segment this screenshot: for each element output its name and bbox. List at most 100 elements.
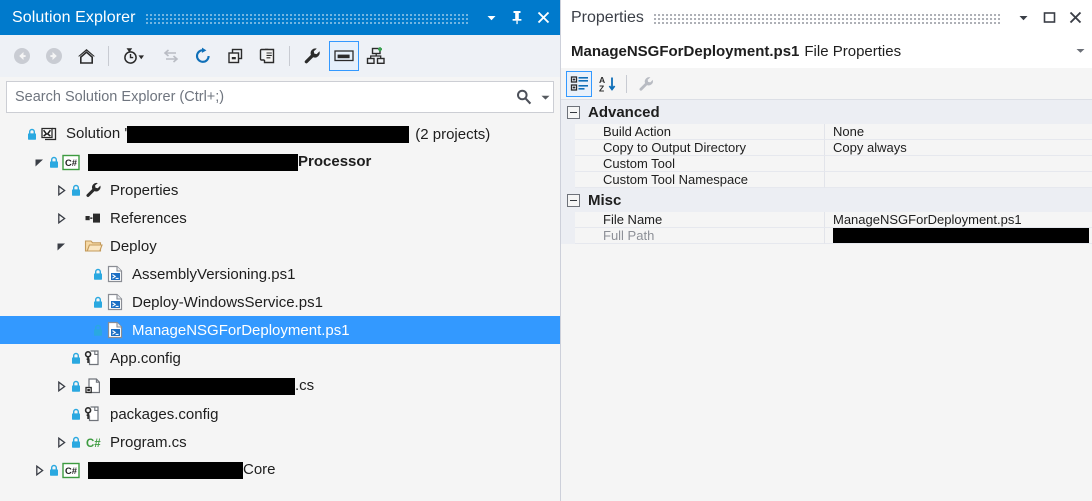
property-value[interactable]: Copy always [825,140,1092,156]
tree-item-properties-folder[interactable]: Properties [0,176,560,204]
expander-collapsed-icon[interactable] [30,456,48,484]
tree-item-label: Program.cs [110,433,187,451]
property-row[interactable]: Build Action None [561,124,1092,140]
tree-item-file-deploy-windowsservice[interactable]: Deploy-WindowsService.ps1 [0,288,560,316]
chevron-down-icon[interactable] [1075,43,1086,60]
properties-object-name: ManageNSGForDeployment.ps1 [571,43,800,60]
properties-grid[interactable]: Advanced Build Action None Copy to Output D… [561,100,1092,501]
search-input[interactable] [7,83,511,111]
property-name: Full Path [575,228,825,244]
refresh-icon[interactable] [188,41,218,71]
expander-expanded-icon[interactable] [30,148,48,176]
class-diagram-icon[interactable] [361,41,391,71]
sync-arrows-icon[interactable] [156,41,186,71]
maximize-icon[interactable] [1036,5,1062,31]
expander-placeholder [52,400,70,428]
toolbar-separator [108,45,109,66]
tree-item-label: Solution ' [60,125,410,143]
tree-item-label: Deploy-WindowsService.ps1 [132,293,323,311]
lock-icon [70,400,81,428]
search-icon[interactable] [511,88,537,106]
search-options-chevron-down-icon[interactable] [537,92,553,103]
property-name: Copy to Output Directory [575,140,825,156]
property-gutter [561,212,575,228]
tree-item-file-app-config[interactable]: App.config [0,344,560,372]
property-value[interactable] [825,228,1092,244]
tree-item-trailing: (2 projects) [415,125,491,143]
clock-filter-icon[interactable] [116,41,154,71]
property-value[interactable] [825,172,1092,188]
expander-collapsed-icon[interactable] [52,372,70,400]
component-file-icon [82,372,104,400]
property-value[interactable]: ManageNSGForDeployment.ps1 [825,212,1092,228]
expander-collapsed-icon[interactable] [52,176,70,204]
properties-toolbar: A Z [561,68,1092,100]
search-box[interactable] [6,81,554,113]
properties-object-selector[interactable]: ManageNSGForDeployment.ps1 File Properti… [561,35,1092,68]
tree-item-label: .cs [104,377,314,395]
tree-item-project-processor[interactable]: C# Processor [0,148,560,176]
property-row[interactable]: Custom Tool Namespace [561,172,1092,188]
csharp-project-icon: C# [60,148,82,176]
references-icon [82,204,104,232]
property-row[interactable]: File Name ManageNSGForDeployment.ps1 [561,212,1092,228]
panel-drag-grip[interactable] [653,11,1000,24]
property-value[interactable] [825,156,1092,172]
redacted-text [88,461,243,479]
properties-titlebar: Properties [561,0,1092,35]
property-row[interactable]: Copy to Output Directory Copy always [561,140,1092,156]
powershell-file-icon [104,288,126,316]
property-value[interactable]: None [825,124,1092,140]
expander-collapsed-icon[interactable] [52,204,70,232]
preview-window-icon[interactable] [329,40,359,71]
property-row[interactable]: Full Path [561,228,1092,244]
expander-placeholder [74,260,92,288]
visual-studio-panels: Solution Explorer Search Solution Explor… [0,0,1092,501]
solution-tree[interactable]: Solution ' (2 projects) C# Processor Propert… [0,116,560,501]
tree-item-file-redacted-cs[interactable]: .cs [0,372,560,400]
tree-item-label: packages.config [110,405,219,423]
wrench-icon[interactable] [297,41,327,71]
categorized-icon[interactable] [566,70,592,97]
tree-item-file-packages-config[interactable]: packages.config [0,400,560,428]
property-category-advanced[interactable]: Advanced [561,100,1092,124]
lock-icon [26,120,37,148]
tree-item-file-assemblyversioning[interactable]: AssemblyVersioning.ps1 [0,260,560,288]
property-gutter [561,140,575,156]
properties-title: Properties [571,8,644,26]
collapse-minus-icon[interactable] [567,105,580,119]
property-gutter [561,156,575,172]
pin-icon[interactable] [504,5,530,31]
tree-item-file-managensgfordeployment[interactable]: ManageNSGForDeployment.ps1 [0,316,560,344]
collapse-minus-icon[interactable] [567,193,580,207]
close-icon[interactable] [1062,5,1088,31]
lock-icon [48,148,59,176]
tree-item-solution-root[interactable]: Solution ' (2 projects) [0,120,560,148]
tree-item-project-core[interactable]: C# Core [0,456,560,484]
expander-collapsed-icon[interactable] [52,428,70,456]
tree-item-file-program-cs[interactable]: C# Program.cs [0,428,560,456]
back-arrow-icon[interactable] [7,41,37,71]
show-all-files-icon[interactable] [252,41,282,71]
chevron-down-icon[interactable] [1010,5,1036,31]
toolbar-separator [289,45,290,66]
lock-icon [70,372,81,400]
property-category-misc[interactable]: Misc [561,188,1092,212]
close-icon[interactable] [530,5,556,31]
panel-drag-grip[interactable] [145,11,468,24]
redacted-text [110,377,295,395]
property-row[interactable]: Custom Tool [561,156,1092,172]
tree-item-deploy-folder[interactable]: Deploy [0,232,560,260]
home-icon[interactable] [71,41,101,71]
property-name: Build Action [575,124,825,140]
chevron-down-icon[interactable] [478,5,504,31]
collapse-all-icon[interactable] [220,41,250,71]
tree-item-references-folder[interactable]: References [0,204,560,232]
forward-arrow-icon[interactable] [39,41,69,71]
sort-az-icon[interactable]: A Z [594,71,620,97]
wrench-icon[interactable] [633,71,659,97]
property-category-label: Misc [588,191,622,209]
property-name: File Name [575,212,825,228]
lock-icon [48,456,59,484]
expander-expanded-icon[interactable] [52,232,70,260]
